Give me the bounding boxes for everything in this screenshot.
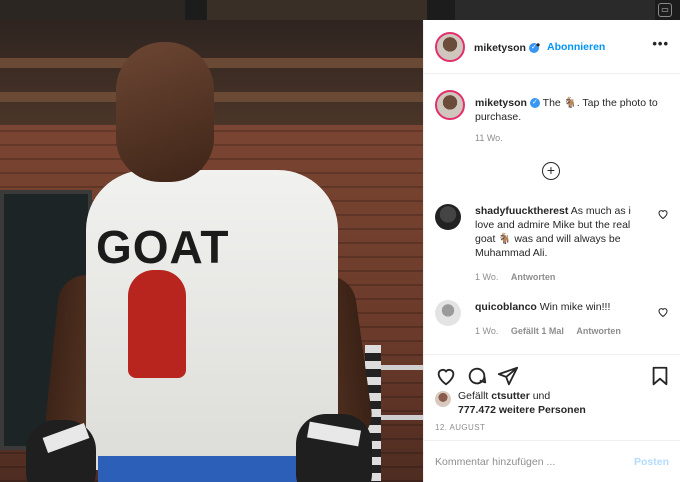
post-header: miketyson ✓ • Abonnieren ••• bbox=[424, 20, 680, 74]
heart-icon[interactable] bbox=[657, 208, 669, 220]
username[interactable]: miketyson bbox=[474, 42, 526, 54]
boxer-figure: GOAT bbox=[0, 20, 423, 482]
multiple-images-icon: ▭ bbox=[658, 3, 672, 17]
comment-input[interactable] bbox=[435, 453, 625, 471]
username[interactable]: quicoblanco bbox=[475, 301, 537, 313]
comment-text: shadyfuucktherest As much as i love and … bbox=[475, 204, 645, 260]
verified-badge-icon: ✓ bbox=[529, 98, 540, 109]
separator-dot: • bbox=[536, 38, 541, 52]
post-photo[interactable]: GOAT bbox=[0, 20, 423, 482]
shorts bbox=[98, 456, 298, 482]
post-panel: miketyson ✓ • Abonnieren ••• miketyson ✓ T… bbox=[423, 20, 680, 482]
timestamp[interactable]: 11 Wo. bbox=[475, 133, 503, 143]
heart-icon[interactable] bbox=[435, 365, 457, 387]
liked-by-user[interactable]: ctsutter bbox=[491, 390, 530, 402]
comment-likes[interactable]: Gefällt 1 Mal bbox=[511, 326, 564, 336]
action-bar bbox=[424, 354, 680, 394]
username-link[interactable]: miketyson ✓ bbox=[474, 42, 539, 54]
avatar[interactable] bbox=[435, 90, 465, 120]
reply-button[interactable]: Antworten bbox=[576, 326, 621, 336]
timestamp[interactable]: 1 Wo. bbox=[475, 326, 498, 336]
liked-by-prefix: Gefällt bbox=[458, 390, 492, 402]
bookmark-icon[interactable] bbox=[649, 365, 671, 387]
comment-text: quicoblanco Win mike win!!! bbox=[475, 300, 645, 314]
comment-body: Win mike win!!! bbox=[539, 301, 611, 313]
timestamp[interactable]: 1 Wo. bbox=[475, 272, 498, 282]
comment-meta: 1 Wo. Gefällt 1 Mal Antworten bbox=[475, 326, 631, 336]
thumbnail bbox=[0, 0, 185, 20]
avatar[interactable] bbox=[435, 32, 465, 62]
shirt-print: GOAT bbox=[96, 221, 230, 273]
reply-button[interactable]: Antworten bbox=[511, 272, 556, 282]
post-date[interactable]: 12. AUGUST bbox=[435, 423, 485, 432]
thumbnail bbox=[455, 0, 655, 20]
caption-text: miketyson ✓ The 🐐. Tap the photo to purch… bbox=[475, 96, 670, 124]
liked-by: Gefällt ctsutter und bbox=[458, 389, 550, 403]
username[interactable]: shadyfuucktherest bbox=[475, 205, 568, 217]
t-shirt bbox=[86, 170, 338, 470]
head bbox=[116, 42, 214, 182]
left-glove bbox=[26, 420, 96, 482]
more-icon[interactable]: ••• bbox=[652, 36, 669, 51]
thumbnail bbox=[207, 0, 427, 20]
background-thumbnails: ▭ bbox=[0, 0, 680, 20]
right-glove bbox=[296, 414, 372, 482]
likes-count[interactable]: 777.472 weitere Personen bbox=[458, 403, 586, 417]
share-icon[interactable] bbox=[497, 365, 519, 387]
comment-icon[interactable] bbox=[466, 365, 488, 387]
liked-by-suffix: und bbox=[529, 390, 551, 402]
plus-circle-icon[interactable]: + bbox=[542, 162, 560, 180]
comment-item: quicoblanco Win mike win!!! 1 Wo. Gefäll… bbox=[435, 300, 671, 340]
comment-box: Posten bbox=[424, 440, 680, 482]
avatar[interactable] bbox=[435, 204, 461, 230]
avatar[interactable] bbox=[435, 391, 451, 407]
comment-item: shadyfuucktherest As much as i love and … bbox=[435, 204, 671, 284]
post-button[interactable]: Posten bbox=[634, 456, 669, 468]
comment-meta: 1 Wo. Antworten bbox=[475, 272, 565, 282]
shirt-graphic bbox=[128, 270, 186, 378]
username[interactable]: miketyson bbox=[475, 97, 527, 109]
avatar[interactable] bbox=[435, 300, 461, 326]
heart-icon[interactable] bbox=[657, 306, 669, 318]
follow-button[interactable]: Abonnieren bbox=[547, 41, 605, 53]
